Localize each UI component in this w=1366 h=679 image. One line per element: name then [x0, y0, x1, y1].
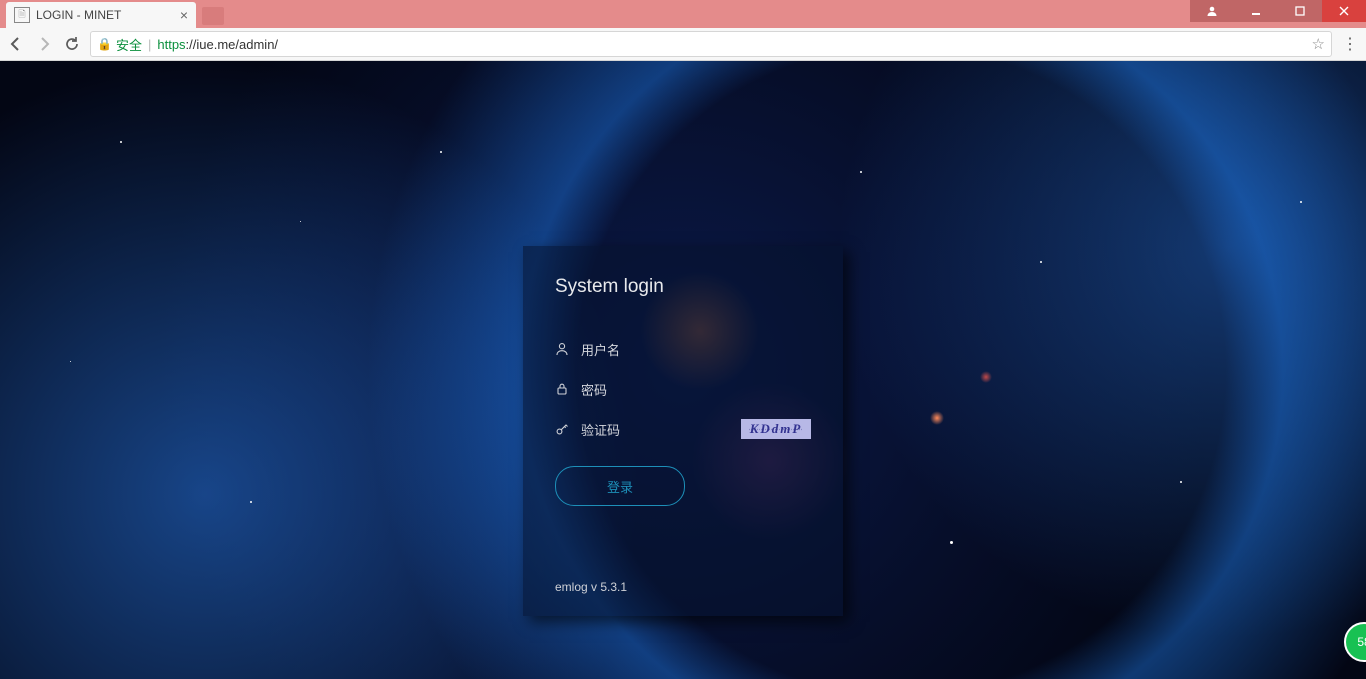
maximize-icon	[1295, 6, 1305, 16]
captcha-label: 验证码	[581, 420, 620, 439]
star-dot	[300, 221, 301, 222]
arrow-right-icon	[36, 36, 52, 52]
star-dot	[440, 151, 442, 153]
page-favicon: 🗎	[14, 7, 30, 23]
username-field[interactable]: 用户名	[555, 332, 811, 366]
page-viewport: System login 用户名 密码 验证码 KDdmP 登录 emlog v…	[0, 61, 1366, 679]
window-close-button[interactable]	[1322, 0, 1366, 22]
bookmark-star-icon[interactable]: ☆	[1312, 35, 1325, 53]
star-dot	[120, 141, 122, 143]
nebula-glow	[980, 371, 992, 383]
minimize-icon	[1251, 6, 1261, 16]
star-dot	[860, 171, 862, 173]
login-heading: System login	[555, 276, 811, 298]
nebula-glow	[930, 411, 944, 425]
password-field[interactable]: 密码	[555, 372, 811, 406]
arrow-left-icon	[8, 36, 24, 52]
window-minimize-button[interactable]	[1234, 0, 1278, 22]
star-dot	[1040, 261, 1042, 263]
url-rest: ://iue.me/admin/	[186, 37, 279, 52]
browser-tab[interactable]: 🗎 LOGIN - MINET ×	[6, 2, 196, 28]
window-titlebar: 🗎 LOGIN - MINET ×	[0, 0, 1366, 28]
tab-close-icon[interactable]: ×	[180, 7, 188, 23]
back-button[interactable]	[6, 34, 26, 54]
captcha-image[interactable]: KDdmP	[741, 419, 811, 439]
login-button[interactable]: 登录	[555, 466, 685, 506]
reload-button[interactable]	[62, 34, 82, 54]
star-dot	[1180, 481, 1182, 483]
star-dot	[1300, 201, 1302, 203]
tab-title: LOGIN - MINET	[36, 8, 180, 22]
captcha-field[interactable]: 验证码 KDdmP	[555, 412, 811, 446]
user-icon	[555, 342, 581, 356]
window-maximize-button[interactable]	[1278, 0, 1322, 22]
login-panel: System login 用户名 密码 验证码 KDdmP 登录 emlog v…	[523, 246, 843, 616]
badge-count: 58	[1357, 635, 1366, 649]
window-controls	[1190, 0, 1366, 22]
url-protocol: https	[157, 37, 185, 52]
star-dot	[70, 361, 71, 362]
lock-icon: 🔒	[97, 37, 112, 51]
password-label: 密码	[581, 380, 607, 399]
separator: |	[148, 37, 151, 52]
address-bar[interactable]: 🔒 安全 | https://iue.me/admin/ ☆	[90, 31, 1332, 57]
secure-label: 安全	[116, 35, 142, 54]
star-dot	[950, 541, 953, 544]
forward-button[interactable]	[34, 34, 54, 54]
key-icon	[555, 422, 581, 436]
reload-icon	[64, 36, 80, 52]
browser-menu-button[interactable]: ⋮	[1340, 34, 1360, 54]
login-button-label: 登录	[607, 477, 633, 496]
profile-button[interactable]	[1190, 0, 1234, 22]
username-label: 用户名	[581, 340, 620, 359]
lock-icon	[555, 382, 581, 396]
login-footer: emlog v 5.3.1	[555, 580, 627, 594]
new-tab-button[interactable]	[202, 7, 224, 25]
close-icon	[1339, 6, 1349, 16]
user-icon	[1206, 5, 1218, 17]
browser-toolbar: 🔒 安全 | https://iue.me/admin/ ☆ ⋮	[0, 28, 1366, 61]
star-dot	[250, 501, 252, 503]
